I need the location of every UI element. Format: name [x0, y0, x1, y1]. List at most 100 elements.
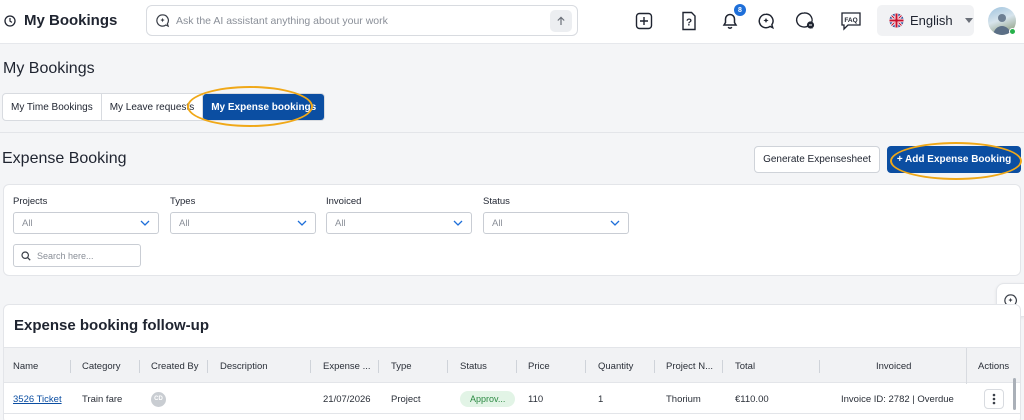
column-header[interactable]: Type: [391, 348, 412, 384]
expense-table-card: Expense booking follow-up Name Category …: [3, 304, 1021, 420]
column-separator: [207, 360, 208, 373]
status-select[interactable]: All: [483, 212, 629, 234]
add-expense-booking-button[interactable]: + Add Expense Booking: [887, 146, 1021, 173]
ai-assistant-search[interactable]: [146, 5, 578, 36]
types-select[interactable]: All: [170, 212, 316, 234]
status-badge: Approv...: [460, 391, 516, 407]
cell-status: Approv...: [460, 384, 516, 414]
select-value: All: [22, 217, 33, 229]
column-separator: [447, 360, 448, 373]
row-actions-button[interactable]: [984, 389, 1004, 409]
search-icon: [21, 250, 31, 261]
faq-label: FAQ: [844, 17, 857, 24]
filter-projects: Projects All: [13, 196, 159, 234]
send-button[interactable]: [550, 10, 572, 32]
filter-label: Types: [170, 196, 196, 207]
projects-select[interactable]: All: [13, 212, 159, 234]
section-title: Expense Booking: [2, 150, 127, 167]
search-input[interactable]: [37, 250, 133, 261]
select-value: All: [492, 217, 503, 229]
clock-icon: [4, 14, 16, 27]
filter-invoiced: Invoiced All: [326, 196, 472, 234]
chevron-down-icon: [453, 220, 463, 226]
column-separator: [585, 360, 586, 373]
cell-quantity: 1: [598, 393, 604, 405]
select-value: All: [335, 217, 346, 229]
table-title: Expense booking follow-up: [14, 317, 209, 334]
column-header: Actions: [978, 360, 1010, 372]
column-separator: [310, 360, 311, 373]
feedback-chat-icon[interactable]: [793, 9, 817, 33]
add-icon[interactable]: [632, 9, 656, 33]
top-bar: My Bookings ? 8 FAQ English: [0, 0, 1024, 44]
tab-my-time-bookings[interactable]: My Time Bookings: [3, 94, 102, 120]
cell-type: Project: [391, 393, 421, 405]
table-row: 3526 Ticket Train fare CD 21/07/2026 Pro…: [4, 384, 1020, 414]
column-header[interactable]: Total: [735, 348, 755, 384]
cell-name: 3526 Ticket: [13, 384, 62, 414]
creator-avatar: CD: [151, 391, 166, 407]
chevron-down-icon: [610, 220, 620, 226]
column-header[interactable]: Created By: [151, 348, 199, 384]
generate-expensesheet-button[interactable]: Generate Expensesheet: [754, 146, 880, 173]
app-title-group: My Bookings: [4, 12, 117, 29]
chevron-down-icon: [140, 220, 150, 226]
arrow-up-icon: [556, 16, 566, 26]
select-value: All: [179, 217, 190, 229]
cell-price: 110: [528, 393, 544, 405]
column-separator: [722, 360, 723, 373]
cell-created-by: CD: [151, 384, 166, 414]
column-header[interactable]: Invoiced: [876, 348, 911, 384]
notification-bell[interactable]: 8: [718, 4, 746, 33]
table-header: Name Category Created By Description Exp…: [4, 347, 1020, 384]
ai-chat-icon: [155, 13, 170, 28]
cell-expense-date: 21/07/2026: [323, 393, 371, 405]
cell-project-name: Thorium: [666, 393, 701, 405]
ai-chat-icon[interactable]: [754, 9, 778, 33]
notification-badge: 8: [734, 4, 746, 16]
page-title: My Bookings: [3, 60, 95, 77]
online-status-dot: [1009, 28, 1016, 35]
filter-types: Types All: [170, 196, 316, 234]
column-header[interactable]: Price: [528, 348, 550, 384]
table-scrollbar[interactable]: [1013, 378, 1016, 410]
column-separator: [516, 360, 517, 373]
filter-label: Invoiced: [326, 196, 362, 207]
column-header[interactable]: Project N...: [666, 348, 713, 384]
faq-icon[interactable]: FAQ: [838, 9, 864, 33]
column-separator: [70, 360, 71, 373]
caret-down-icon: [964, 18, 973, 23]
filter-panel: Projects All Types All Invoiced All Stat…: [3, 184, 1021, 276]
svg-text:?: ?: [686, 18, 692, 29]
more-vertical-icon: [992, 393, 996, 405]
column-header[interactable]: Status: [460, 348, 487, 384]
language-select[interactable]: English: [877, 5, 974, 36]
column-separator: [378, 360, 379, 373]
help-icon[interactable]: ?: [677, 9, 701, 33]
uk-flag-icon: [889, 13, 904, 28]
filter-label: Projects: [13, 196, 48, 207]
filter-label: Status: [483, 196, 510, 207]
column-separator: [966, 348, 967, 384]
column-separator: [654, 360, 655, 373]
language-label: English: [910, 13, 953, 28]
column-header[interactable]: Expense ...: [323, 348, 371, 384]
invoiced-select[interactable]: All: [326, 212, 472, 234]
cell-invoiced: Invoice ID: 2782 | Overdue: [841, 393, 954, 405]
chevron-down-icon: [297, 220, 307, 226]
cell-total: €110.00: [735, 393, 769, 405]
search-box[interactable]: [13, 244, 141, 267]
column-header[interactable]: Description: [220, 348, 268, 384]
divider: [0, 132, 1024, 133]
cell-category: Train fare: [82, 393, 123, 405]
column-header[interactable]: Category: [82, 348, 121, 384]
bookings-tabs: My Time Bookings My Leave requests My Ex…: [2, 93, 326, 121]
ai-search-input[interactable]: [176, 14, 536, 27]
cell-actions: [984, 384, 1004, 414]
tab-my-leave-requests[interactable]: My Leave requests: [102, 94, 204, 120]
tab-my-expense-bookings[interactable]: My Expense bookings: [203, 94, 325, 120]
booking-link[interactable]: 3526 Ticket: [13, 394, 62, 405]
column-header[interactable]: Quantity: [598, 348, 633, 384]
filter-status: Status All: [483, 196, 629, 234]
column-header[interactable]: Name: [13, 348, 38, 384]
